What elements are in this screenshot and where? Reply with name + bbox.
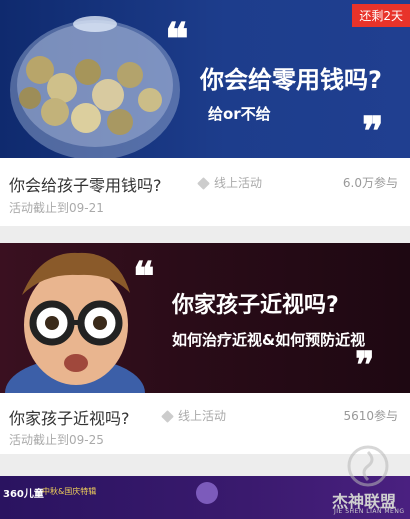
activity-type-label: 线上活动 <box>178 409 227 423</box>
remaining-days-badge: 还剩2天 <box>352 4 410 27</box>
card-info: 你会给孩子零用钱吗? 线上活动 6.0万参与 活动截止到09-21 <box>0 158 410 226</box>
piggy-bank-image <box>10 16 180 158</box>
banner-allowance[interactable]: ❝ 你会给零用钱吗? 给or不给 ❞ <box>0 0 410 158</box>
activity-type-tag: 线上活动 <box>197 174 263 191</box>
open-quote-icon: ❝ <box>133 253 155 300</box>
brand-logo-360: 360儿童 <box>3 489 44 500</box>
participant-count: 5610参与 <box>343 409 398 423</box>
close-quote-icon: ❞ <box>362 108 384 155</box>
participant-count: 6.0万参与 <box>342 176 398 190</box>
activity-type-label: 线上活动 <box>214 176 263 190</box>
activity-card-allowance[interactable]: ❝ 你会给零用钱吗? 给or不给 ❞ 还剩2天 你会给孩子零用钱吗? 线上活动 … <box>0 0 410 226</box>
deadline-text: 活动截止到09-21 <box>9 201 104 215</box>
banner-subline: 如何治疗近视&如何预防近视 <box>172 331 366 349</box>
banner-subline: 给or不给 <box>208 105 271 123</box>
tag-icon <box>197 177 210 190</box>
close-quote-icon: ❞ <box>355 344 375 386</box>
banner-headline: 你会给零用钱吗? <box>200 66 382 94</box>
activity-type-tag: 线上活动 <box>161 407 227 424</box>
watermark-pinyin: JIE SHEN LIAN MENG <box>334 508 405 515</box>
open-quote-icon: ❝ <box>165 14 189 65</box>
card-title[interactable]: 你家孩子近视吗? <box>9 405 130 429</box>
moon-decoration <box>196 482 218 504</box>
promo-label: 中秋&国庆特辑 <box>42 487 97 496</box>
deadline-text: 活动截止到09-25 <box>9 433 104 447</box>
banner-headline: 你家孩子近视吗? <box>172 293 339 318</box>
watermark-logo-icon <box>347 445 389 487</box>
banner-myopia[interactable]: ❝ 你家孩子近视吗? 如何治疗近视&如何预防近视 ❞ <box>0 243 410 393</box>
card-title[interactable]: 你会给孩子零用钱吗? <box>9 172 162 196</box>
activity-card-myopia[interactable]: ❝ 你家孩子近视吗? 如何治疗近视&如何预防近视 ❞ 你家孩子近视吗? 线上活动… <box>0 243 410 454</box>
tag-icon <box>161 410 174 423</box>
